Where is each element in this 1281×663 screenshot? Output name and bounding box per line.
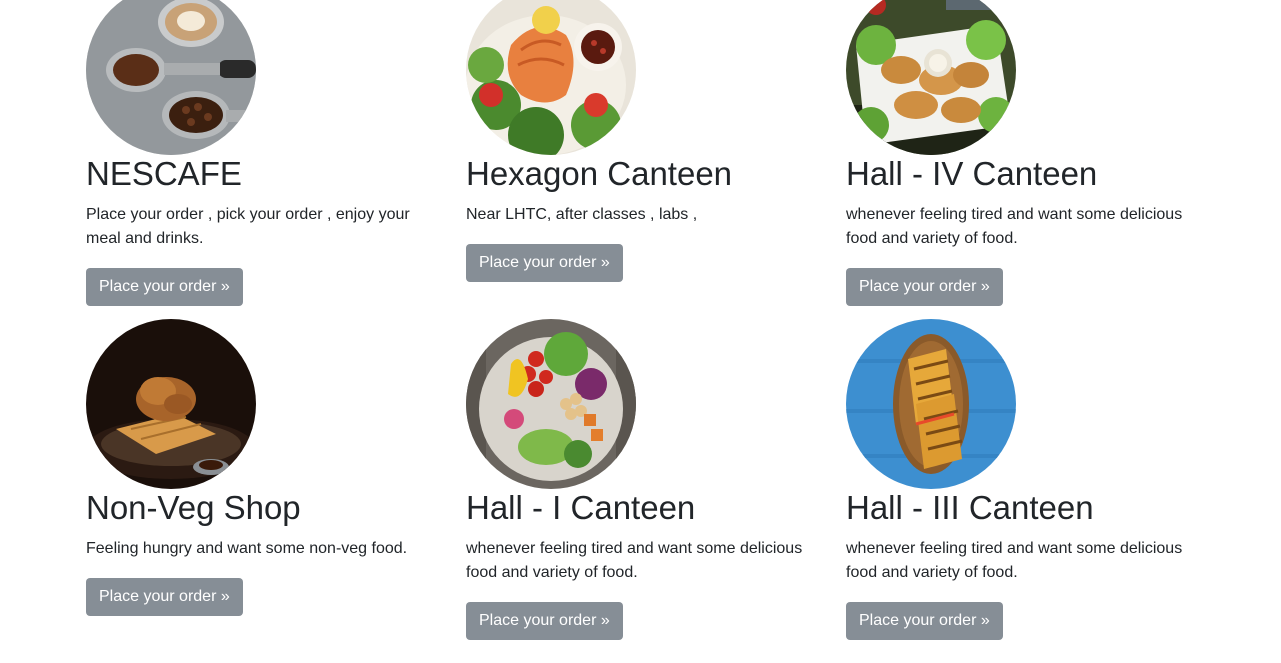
- veg-bowl-image: [466, 319, 636, 489]
- place-order-button[interactable]: Place your order »: [846, 602, 1003, 640]
- canteen-title: Hall - III Canteen: [846, 489, 1094, 526]
- place-order-button[interactable]: Place your order »: [466, 602, 623, 640]
- canteen-card-nescafe: NESCAFE Place your order , pick your ord…: [86, 0, 431, 306]
- canteen-description: whenever feeling tired and want some del…: [846, 206, 1183, 247]
- salmon-salad-image: [466, 0, 636, 155]
- place-order-button[interactable]: Place your order »: [846, 268, 1003, 306]
- place-order-button[interactable]: Place your order »: [86, 578, 243, 616]
- canteen-title: Hall - I Canteen: [466, 489, 696, 526]
- canteen-card-non-veg-shop: Non-Veg Shop Feeling hungry and want som…: [86, 319, 431, 616]
- canteen-card-hexagon: Hexagon Canteen Near LHTC, after classes…: [466, 0, 811, 282]
- place-order-button[interactable]: Place your order »: [86, 268, 243, 306]
- coffee-image: [86, 0, 256, 155]
- sandwich-image: [846, 319, 1016, 489]
- canteen-title: Hexagon Canteen: [466, 155, 733, 192]
- fried-chicken-image: [846, 0, 1016, 155]
- chicken-waffle-image: [86, 319, 256, 489]
- canteen-card-hall-iii: Hall - III Canteen whenever feeling tire…: [846, 319, 1191, 640]
- canteen-description: Feeling hungry and want some non-veg foo…: [86, 540, 408, 557]
- canteen-card-hall-iv: Hall - IV Canteen whenever feeling tired…: [846, 0, 1191, 306]
- canteen-title: NESCAFE: [86, 155, 242, 192]
- canteen-title: Hall - IV Canteen: [846, 155, 1098, 192]
- canteen-description: whenever feeling tired and want some del…: [466, 540, 803, 581]
- canteen-description: whenever feeling tired and want some del…: [846, 540, 1183, 581]
- canteen-card-hall-i: Hall - I Canteen whenever feeling tired …: [466, 319, 811, 640]
- canteen-title: Non-Veg Shop: [86, 489, 301, 526]
- canteen-description: Near LHTC, after classes , labs ,: [466, 206, 698, 223]
- place-order-button[interactable]: Place your order »: [466, 244, 623, 282]
- canteen-description: Place your order , pick your order , enj…: [86, 206, 410, 247]
